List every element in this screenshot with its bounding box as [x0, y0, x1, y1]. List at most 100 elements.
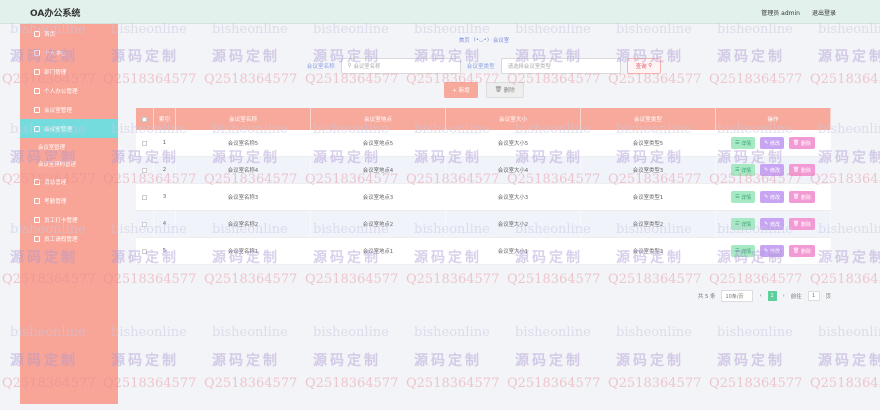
cell-name: 会议室名称4: [176, 157, 311, 183]
trash-icon: 🗑: [792, 248, 801, 254]
sidebar-item[interactable]: 首页: [20, 24, 118, 43]
table-header: 索引 会议室名称 会议室地点 会议室大小 会议室类型 操作: [136, 108, 831, 130]
sidebar-item[interactable]: 员工打卡管理: [20, 210, 118, 229]
detail-label: 详情: [741, 140, 752, 147]
edit-button[interactable]: ✎ 修改: [760, 218, 784, 230]
select-all-checkbox[interactable]: [142, 116, 147, 122]
sidebar-item[interactable]: 个人中心: [20, 43, 118, 62]
sidebar-item[interactable]: 员工请假管理: [20, 229, 118, 248]
edit-button[interactable]: ✎ 修改: [760, 137, 784, 149]
search-button[interactable]: 查询 ⚲: [626, 58, 662, 74]
logout-link[interactable]: 退出登录: [812, 8, 836, 17]
top-bar: OA办公系统 管理员 admin 退出登录: [0, 0, 880, 24]
top-right-menu: 管理员 admin 退出登录: [761, 8, 836, 17]
sidebar-item[interactable]: 会议室管理: [20, 119, 118, 138]
delete-button[interactable]: 🗑 删除: [788, 245, 815, 257]
delete-label: 删除: [800, 194, 811, 201]
detail-button[interactable]: ☰ 详情: [731, 137, 756, 149]
page-size-select[interactable]: 10条/页: [721, 290, 754, 302]
delete-label: 删除: [800, 167, 811, 174]
row-select-cell: [136, 184, 154, 210]
cell-index: 2: [154, 157, 176, 183]
cell-name: 会议室名称2: [176, 211, 311, 237]
delete-button[interactable]: 🗑 删除: [788, 218, 815, 230]
edit-label: 修改: [769, 194, 780, 201]
next-page-icon[interactable]: ›: [783, 293, 785, 299]
sidebar-item-label: 个人办公管理: [44, 88, 78, 95]
row-checkbox[interactable]: [142, 167, 147, 173]
delete-button[interactable]: 🗑 删除: [788, 137, 815, 149]
trash-icon: 🗑: [792, 221, 801, 227]
delete-button[interactable]: 🗑 删除: [788, 191, 815, 203]
sidebar-item-label: 员工请假管理: [44, 236, 78, 243]
cell-type: 会议室类型3: [581, 238, 716, 264]
batch-delete-button[interactable]: 🗑 删除: [485, 82, 524, 98]
user-icon: [34, 49, 40, 56]
cell-size: 会议室大小5: [446, 130, 581, 156]
prev-page-icon[interactable]: ‹: [759, 293, 761, 299]
breadcrumb-face: (•◡•): [473, 37, 489, 43]
detail-button[interactable]: ☰ 详情: [731, 191, 756, 203]
sidebar: 首页 个人中心 部门管理 个人办公管理 会议室管理 会议室管理 会议室管理 会议室预约管理 消息…: [20, 24, 118, 404]
detail-button[interactable]: ☰ 详情: [731, 245, 756, 257]
table-row: 5 会议室名称1 会议室地点1 会议室大小1 会议室类型3 ☰ 详情 ✎ 修改 🗑 删除: [136, 238, 831, 265]
cell-place: 会议室地点5: [311, 130, 446, 156]
row-select-cell: [136, 211, 154, 237]
sidebar-item[interactable]: 会议室管理: [20, 100, 118, 119]
add-button[interactable]: + 新增: [444, 82, 478, 98]
row-checkbox[interactable]: [142, 248, 147, 254]
delete-button[interactable]: 🗑 删除: [788, 164, 815, 176]
detail-button[interactable]: ☰ 详情: [731, 164, 756, 176]
pager-total: 共 5 条: [697, 294, 716, 300]
cell-type: 会议室类型3: [581, 157, 716, 183]
current-user: 管理员 admin: [761, 10, 800, 17]
cell-index: 1: [154, 130, 176, 156]
message-icon: [34, 178, 40, 185]
breadcrumb-home[interactable]: 首页: [459, 36, 470, 44]
table-row: 2 会议室名称4 会议室地点4 会议室大小4 会议室类型3 ☰ 详情 ✎ 修改 🗑 删除: [136, 157, 831, 184]
dept-icon: [34, 68, 40, 75]
edit-button[interactable]: ✎ 修改: [760, 164, 784, 176]
sidebar-item[interactable]: 考勤管理: [20, 191, 118, 210]
sidebar-subitem[interactable]: 会议室预约管理: [20, 155, 118, 172]
table-row: 3 会议室名称3 会议室地点3 会议室大小3 会议室类型1 ☰ 详情 ✎ 修改 🗑 删除: [136, 184, 831, 211]
cell-type: 会议室类型1: [581, 184, 716, 210]
type-select[interactable]: 请选择会议室类型: [500, 58, 621, 74]
breadcrumb-current: 会议室: [492, 38, 510, 44]
room-icon: [34, 106, 40, 113]
row-checkbox[interactable]: [142, 140, 147, 146]
type-placeholder: 请选择会议室类型: [507, 64, 551, 70]
detail-button[interactable]: ☰ 详情: [731, 218, 756, 230]
col-place: 会议室地点: [311, 108, 446, 130]
search-bar: 会议室名称 ⚲ 会议室名称 会议室类型 请选择会议室类型 查询 ⚲: [118, 58, 850, 74]
cell-actions: ☰ 详情 ✎ 修改 🗑 删除: [716, 211, 831, 237]
name-placeholder: 会议室名称: [353, 64, 381, 70]
sidebar-item-label: 考勤管理: [44, 198, 67, 205]
table-body: 1 会议室名称5 会议室地点5 会议室大小5 会议室类型5 ☰ 详情 ✎ 修改 🗑 删除 2 会议…: [136, 130, 831, 265]
sidebar-item-label: 首页: [44, 31, 56, 38]
action-bar: + 新增 🗑 删除: [118, 82, 850, 98]
col-size: 会议室大小: [446, 108, 581, 130]
sidebar-item[interactable]: 消息管理: [20, 172, 118, 191]
page-unit: 页: [825, 294, 831, 300]
row-select-cell: [136, 238, 154, 264]
page-number-current[interactable]: 1: [767, 291, 777, 301]
main-content: 首页 (•◡•) 会议室 会议室名称 ⚲ 会议室名称 会议室类型 请选择会议室类…: [118, 24, 850, 410]
name-search-input[interactable]: ⚲ 会议室名称: [340, 58, 461, 74]
goto-page-input[interactable]: 1: [807, 291, 820, 301]
cell-size: 会议室大小4: [446, 157, 581, 183]
edit-button[interactable]: ✎ 修改: [760, 245, 784, 257]
sidebar-item[interactable]: 部门管理: [20, 62, 118, 81]
detail-label: 详情: [741, 248, 752, 255]
sidebar-item[interactable]: 个人办公管理: [20, 81, 118, 100]
attendance-icon: [34, 197, 40, 204]
edit-button[interactable]: ✎ 修改: [760, 191, 784, 203]
row-checkbox[interactable]: [142, 221, 147, 227]
sidebar-subitem[interactable]: 会议室管理: [20, 138, 118, 155]
row-select-cell: [136, 157, 154, 183]
row-checkbox[interactable]: [142, 194, 147, 200]
sidebar-item-label: 会议室管理: [44, 107, 72, 114]
breadcrumb: 首页 (•◡•) 会议室: [118, 30, 850, 50]
trash-icon: 🗑: [792, 167, 801, 173]
leave-icon: [34, 235, 40, 242]
